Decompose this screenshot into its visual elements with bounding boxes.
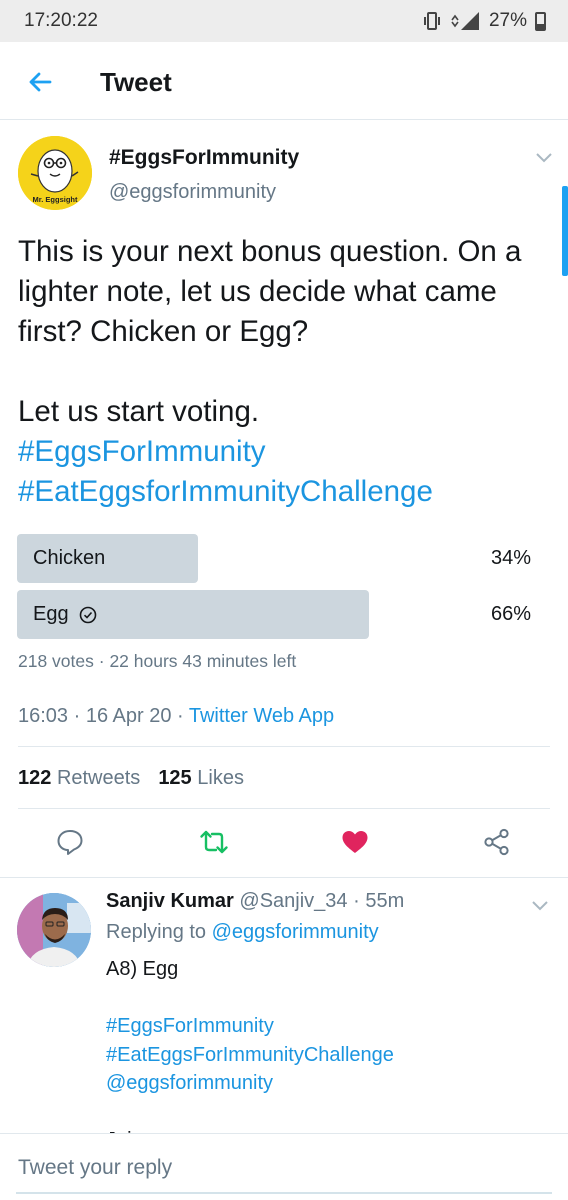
hashtag-link[interactable]: #EatEggsforImmunityChallenge <box>18 472 563 512</box>
reply-time: · 55m <box>347 890 405 912</box>
poll-meta: 218 votes · 22 hours 43 minutes left <box>18 651 297 671</box>
vibrate-icon <box>423 12 440 30</box>
poll-option-label: Chicken <box>33 547 106 569</box>
app-header: Tweet <box>0 42 568 120</box>
poll-percent: 66% <box>490 603 531 625</box>
reply-author-handle[interactable]: @Sanjiv_34 <box>239 890 347 912</box>
share-icon[interactable] <box>482 827 512 857</box>
person-photo-icon <box>17 893 91 967</box>
reply-text-line: A8) Egg <box>106 958 179 980</box>
check-circle-icon <box>79 606 96 623</box>
reply-input[interactable]: Tweet your reply <box>18 1156 172 1180</box>
hashtag-link[interactable]: #EatEggsForImmunityChallenge <box>106 1041 546 1070</box>
engagement-stats: 122 Retweets 125 Likes <box>18 767 244 790</box>
tweet-timestamp: 16:03 · 16 Apr 20 · Twitter Web App <box>18 705 335 727</box>
status-time: 17:20:22 <box>24 10 98 31</box>
status-bar: 17:20:22 27% <box>0 0 568 42</box>
reply-header: Sanjiv Kumar @Sanjiv_34 · 55m <box>106 890 404 913</box>
mention-link[interactable]: @eggsforimmunity <box>212 921 379 943</box>
battery-icon <box>535 11 546 31</box>
mention-link[interactable]: @eggsforimmunity <box>106 1069 546 1098</box>
poll-percent: 34% <box>490 547 531 569</box>
divider <box>18 746 550 747</box>
hashtag-link[interactable]: #EggsForImmunity <box>18 432 563 472</box>
author-avatar[interactable]: Mr. Eggsight <box>18 136 92 210</box>
retweets-stat[interactable]: 122 Retweets <box>18 767 140 789</box>
avatar-caption: Mr. Eggsight <box>32 195 78 204</box>
author-handle[interactable]: @eggsforimmunity <box>109 181 276 204</box>
source-link[interactable]: Twitter Web App <box>189 705 334 727</box>
back-arrow-icon[interactable] <box>22 64 58 100</box>
tweet-text-line: lighter note, let us decide what came <box>18 275 497 308</box>
page-title: Tweet <box>100 67 172 97</box>
reply-author-name[interactable]: Sanjiv Kumar <box>106 890 234 912</box>
reply-composer[interactable]: Tweet your reply <box>0 1133 568 1200</box>
hashtag-link[interactable]: #EggsForImmunity <box>106 1012 546 1041</box>
reply-icon[interactable] <box>55 827 85 857</box>
replying-to: Replying to @eggsforimmunity <box>106 921 379 943</box>
likes-stat[interactable]: 125 Likes <box>158 767 244 789</box>
status-icons: 27% <box>423 10 546 32</box>
chevron-down-icon[interactable] <box>530 898 550 912</box>
divider <box>0 877 568 878</box>
poll-option-egg: Egg 66% <box>17 590 550 639</box>
chevron-down-icon[interactable] <box>534 150 554 164</box>
divider <box>18 808 550 809</box>
tweet-text: This is your next bonus question. On a l… <box>18 232 563 512</box>
input-underline <box>16 1192 552 1194</box>
poll-option-label: Egg <box>33 603 69 625</box>
reply-author-avatar[interactable] <box>17 893 91 967</box>
reply-text: A8) Egg #EggsForImmunity #EatEggsForImmu… <box>106 955 546 1155</box>
battery-percent: 27% <box>488 10 527 31</box>
tweet-text-line: first? Chicken or Egg? <box>18 315 309 348</box>
retweet-icon[interactable] <box>199 827 229 857</box>
signal-icon <box>451 12 479 30</box>
tweet-text-line: Let us start voting. <box>18 395 260 428</box>
author-name[interactable]: #EggsForImmunity <box>109 146 299 170</box>
poll-option-chicken: Chicken 34% <box>17 534 550 583</box>
tweet-text-line: This is your next bonus question. On a <box>18 235 522 268</box>
like-icon[interactable] <box>340 827 370 857</box>
